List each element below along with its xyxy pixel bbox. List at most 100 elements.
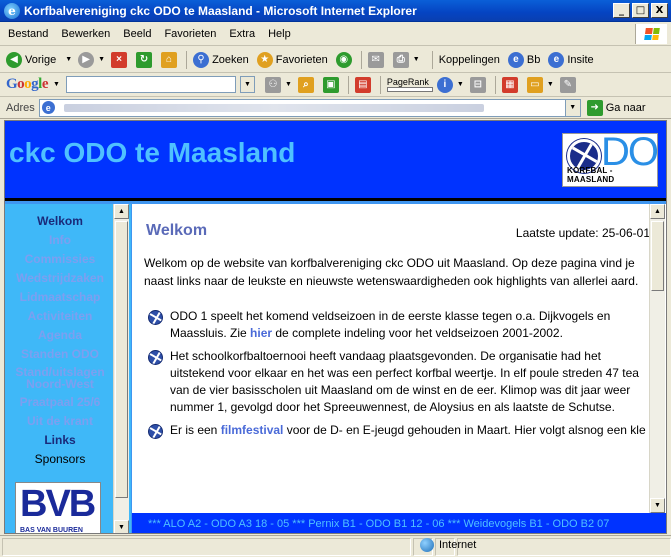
nav-item-activiteiten[interactable]: Activiteiten bbox=[5, 307, 115, 326]
toolbar-separator bbox=[186, 50, 188, 69]
nav-item-uit-de-krant[interactable]: Uit de krant bbox=[5, 412, 115, 431]
pencil-icon[interactable]: ✎ bbox=[559, 76, 576, 93]
news-line: ODO 1 speelt het komend veldseizoen in d… bbox=[170, 308, 638, 325]
menu-beeld[interactable]: Beeld bbox=[123, 28, 151, 40]
security-zone: Internet bbox=[420, 538, 476, 552]
nav-item-stand-uitslagen-noord-west[interactable]: Stand/uitslagen Noord-West bbox=[5, 366, 115, 390]
toolbar-separator bbox=[360, 50, 362, 69]
site-search-icon[interactable]: ⌕ bbox=[297, 76, 314, 93]
window-title: Korfbalvereniging ckc ODO te Maasland - … bbox=[24, 3, 417, 18]
address-dropdown[interactable]: ▼ bbox=[564, 99, 580, 116]
binoculars-dropdown-icon[interactable]: ▼ bbox=[285, 81, 292, 88]
nav-scrollbar[interactable]: ▲ ▼ bbox=[113, 204, 129, 533]
menu-bewerken[interactable]: Bewerken bbox=[61, 28, 110, 40]
windows-flag-icon bbox=[635, 24, 667, 44]
links-button[interactable]: Koppelingen bbox=[439, 54, 500, 66]
forward-dropdown-icon[interactable]: ▼ bbox=[98, 56, 105, 63]
pagerank-indicator: PageRank bbox=[386, 77, 433, 92]
news-link[interactable]: hier bbox=[250, 326, 272, 340]
home-icon[interactable]: ⌂ bbox=[161, 51, 178, 68]
stop-icon[interactable]: × bbox=[111, 51, 128, 68]
popup-blocker-icon[interactable]: ⊟ bbox=[469, 76, 486, 93]
go-arrow-icon: ➜ bbox=[586, 99, 603, 116]
forward-arrow-icon[interactable]: ▶ bbox=[78, 51, 95, 68]
news-text: nummer 1, gevolgd door het Spreeuwennest… bbox=[170, 400, 615, 414]
nav-item-links[interactable]: Links bbox=[5, 431, 115, 450]
nav-item-praatpaal-25-6[interactable]: Praatpaal 25/6 bbox=[5, 393, 115, 412]
back-dropdown-icon[interactable]: ▼ bbox=[65, 56, 72, 63]
globe-icon bbox=[420, 538, 434, 552]
favorites-star-icon: ★ bbox=[256, 51, 273, 68]
scroll-down-icon[interactable]: ▼ bbox=[114, 520, 129, 533]
menu-favorieten[interactable]: Favorieten bbox=[164, 28, 216, 40]
nav-item-sponsors[interactable]: Sponsors bbox=[5, 450, 115, 469]
close-button[interactable]: X bbox=[651, 3, 668, 18]
google-search-dropdown[interactable]: ▼ bbox=[239, 76, 255, 93]
nav-item-info[interactable]: Info bbox=[5, 231, 115, 250]
search-button[interactable]: ⚲ Zoeken bbox=[193, 51, 249, 68]
info-icon[interactable]: i bbox=[436, 76, 453, 93]
menu-bestand[interactable]: Bestand bbox=[8, 28, 48, 40]
status-zone-cell bbox=[456, 537, 671, 556]
info-dropdown-icon[interactable]: ▼ bbox=[457, 81, 464, 88]
print-dropdown-icon[interactable]: ▼ bbox=[413, 56, 420, 63]
refresh-icon[interactable]: ↻ bbox=[136, 51, 153, 68]
nav-item-lidmaatschap[interactable]: Lidmaatschap bbox=[5, 288, 115, 307]
minimize-button[interactable]: _ bbox=[613, 3, 630, 18]
nav-item-agenda[interactable]: Agenda bbox=[5, 326, 115, 345]
nav-scroll-thumb[interactable] bbox=[115, 221, 128, 498]
news-line: Er is een filmfestival voor de D- en E-j… bbox=[170, 422, 646, 439]
news-icon[interactable]: ▣ bbox=[322, 76, 339, 93]
favorites-button[interactable]: ★ Favorieten bbox=[256, 51, 328, 68]
main-frame: Welkom Laatste update: 25-06-01 Welkom o… bbox=[132, 204, 666, 513]
nav-item-wedstrijdzaken[interactable]: Wedstrijdzaken bbox=[5, 269, 115, 288]
google-logo[interactable]: Google bbox=[6, 76, 49, 93]
page-info-icon[interactable]: ▤ bbox=[354, 76, 371, 93]
nav-item-welkom[interactable]: Welkom bbox=[5, 212, 115, 231]
news-item: Het schoolkorfbaltoernooi heeft vandaag … bbox=[144, 348, 639, 416]
highlight-icon[interactable]: ▦ bbox=[501, 76, 518, 93]
bb-link[interactable]: e Bb bbox=[507, 51, 540, 68]
main-scroll-thumb[interactable] bbox=[651, 221, 664, 291]
news-line: nummer 1, gevolgd door het Spreeuwennest… bbox=[170, 399, 638, 416]
folder-dropdown-icon[interactable]: ▼ bbox=[547, 81, 554, 88]
main-header: Welkom Laatste update: 25-06-01 bbox=[144, 204, 650, 254]
toolbar-separator bbox=[431, 50, 433, 69]
last-update: Laatste update: 25-06-01 bbox=[515, 226, 650, 240]
news-line: uitstekend voor elkaar en het was een pe… bbox=[170, 365, 639, 382]
print-icon[interactable]: ⎙ bbox=[392, 51, 409, 68]
google-menu-dropdown-icon[interactable]: ▼ bbox=[53, 81, 60, 88]
score-ticker: *** ALO A2 - ODO A3 18 - 05 *** Pernix B… bbox=[132, 513, 666, 533]
folder-icon[interactable]: ▭ bbox=[526, 76, 543, 93]
news-text: Er is een bbox=[170, 423, 221, 437]
main-scrollbar[interactable]: ▲ ▼ bbox=[649, 204, 665, 513]
sponsor-logo-bvb[interactable]: BVB BAS VAN BUUREN bbox=[15, 482, 101, 533]
binoculars-icon[interactable]: ⚇ bbox=[264, 76, 281, 93]
news-text: voor de D- en E-jeugd gehouden in Maart.… bbox=[283, 423, 646, 437]
news-line: Maassluis. Zie hier de complete indeling… bbox=[170, 325, 638, 342]
korfbal-ball-icon bbox=[148, 424, 163, 439]
address-input[interactable]: e ▼ bbox=[38, 98, 581, 117]
news-link[interactable]: filmfestival bbox=[221, 423, 284, 437]
insite-link[interactable]: e Insite bbox=[548, 51, 594, 68]
nav-item-commissies[interactable]: Commissies bbox=[5, 250, 115, 269]
menu-help[interactable]: Help bbox=[268, 28, 291, 40]
maximize-button[interactable]: □ bbox=[632, 3, 649, 18]
media-icon[interactable]: ◉ bbox=[335, 51, 352, 68]
korfbal-ball-icon bbox=[148, 350, 163, 365]
nav-item-standen-odo[interactable]: Standen ODO bbox=[5, 345, 115, 364]
scroll-up-icon[interactable]: ▲ bbox=[650, 204, 665, 219]
scroll-down-icon[interactable]: ▼ bbox=[650, 498, 665, 513]
news-text: de complete indeling voor het veldseizoe… bbox=[272, 326, 563, 340]
scroll-up-icon[interactable]: ▲ bbox=[114, 204, 129, 219]
menu-extra[interactable]: Extra bbox=[229, 28, 255, 40]
google-search-input[interactable] bbox=[65, 76, 236, 93]
go-button[interactable]: ➜ Ga naar bbox=[586, 99, 646, 116]
toolbar-separator bbox=[379, 75, 381, 94]
back-button[interactable]: ◀ Vorige bbox=[6, 51, 56, 68]
go-label: Ga naar bbox=[605, 101, 646, 114]
address-label: Adres bbox=[6, 101, 35, 114]
news-text: Het schoolkorfbaltoernooi heeft vandaag … bbox=[170, 349, 601, 363]
site-header: ckc ODO te Maasland DO KORFBAL - MAASLAN… bbox=[5, 121, 666, 201]
mail-icon[interactable]: ✉ bbox=[367, 51, 384, 68]
